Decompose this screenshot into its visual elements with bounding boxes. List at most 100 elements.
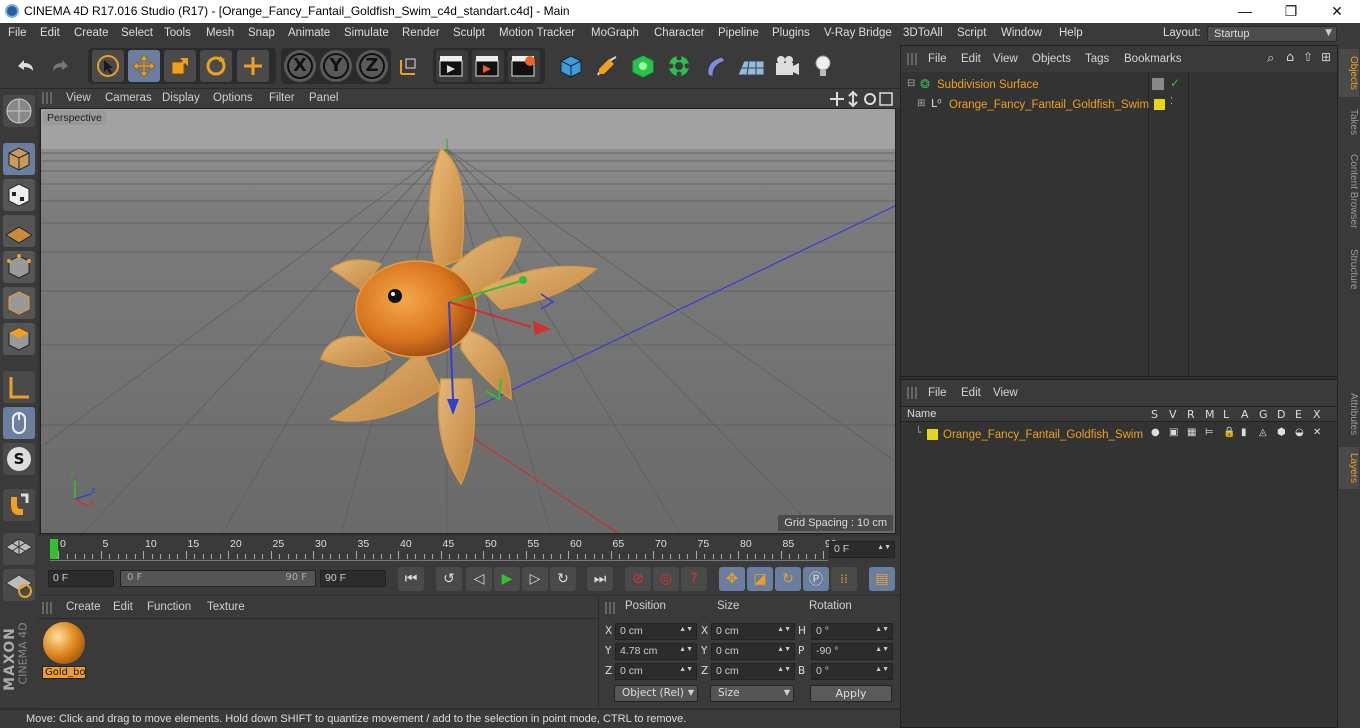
deformer-button[interactable] <box>699 50 731 82</box>
menu-window[interactable]: Window <box>1001 27 1042 39</box>
layer-column-a[interactable]: A <box>1241 408 1249 421</box>
check-icon[interactable]: ✓ <box>1170 76 1180 90</box>
home-icon[interactable]: ⌂ <box>1286 50 1294 65</box>
planar-workplane-button[interactable] <box>3 569 35 601</box>
om-menu-file[interactable]: File <box>928 53 947 65</box>
new-window-icon[interactable]: ⊞ <box>1321 50 1331 64</box>
minimize-button[interactable]: — <box>1222 0 1268 23</box>
material-menu-texture[interactable]: Texture <box>207 601 245 613</box>
cloner-button[interactable] <box>663 50 695 82</box>
tweak-mode-button[interactable] <box>3 407 35 439</box>
arrow-up-icon[interactable]: ⇧ <box>1303 50 1313 64</box>
key-scale-button[interactable]: ◪ <box>747 567 773 591</box>
object-name[interactable]: Orange_Fancy_Fantail_Goldfish_Swim <box>949 99 1149 111</box>
name-column-header[interactable]: Name <box>907 408 936 420</box>
keyframe-selection-button[interactable]: ? <box>681 567 707 591</box>
position-field[interactable]: 0 cm ▲▼ <box>615 623 697 640</box>
layer-column-e[interactable]: E <box>1295 408 1302 421</box>
tab-objects[interactable]: Objects <box>1339 49 1359 97</box>
render-picture-viewer-button[interactable] <box>472 50 504 82</box>
snap-button[interactable]: S <box>3 443 35 475</box>
search-icon[interactable]: ⌕ <box>1267 51 1274 66</box>
timeline-window-button[interactable]: ▤ <box>869 567 895 591</box>
playhead-marker[interactable] <box>50 539 58 559</box>
prev-frame-button[interactable]: ◁ <box>466 567 492 591</box>
timeline-ruler[interactable]: 051015202530354045505560657075808590 0 F… <box>38 536 900 564</box>
size-field[interactable]: 0 cm ▲▼ <box>711 643 795 660</box>
layer-row[interactable]: └ Orange_Fancy_Fantail_Goldfish_Swim ● ▣ ▦… <box>903 426 1337 444</box>
end-frame-field[interactable]: 90 F <box>320 570 386 587</box>
object-name[interactable]: Subdivision Surface <box>937 79 1039 91</box>
record-button[interactable]: ⊘ <box>625 567 651 591</box>
size-field[interactable]: 0 cm ▲▼ <box>711 663 795 680</box>
texture-mode-button[interactable] <box>3 179 35 211</box>
position-field[interactable]: 0 cm ▲▼ <box>615 663 697 680</box>
menu-edit[interactable]: Edit <box>40 27 60 39</box>
viewport-menu-panel[interactable]: Panel <box>309 92 338 104</box>
move-tool-button[interactable] <box>128 50 160 82</box>
workplane-button[interactable] <box>3 215 35 247</box>
undo-button[interactable] <box>9 50 41 82</box>
tab-layers[interactable]: Layers <box>1339 447 1359 489</box>
autokey-button[interactable]: ◎ <box>653 567 679 591</box>
menu-snap[interactable]: Snap <box>248 27 275 39</box>
play-button[interactable]: ▶ <box>494 567 520 591</box>
scale-tool-button[interactable] <box>164 50 196 82</box>
coordinate-system-button[interactable] <box>392 50 424 82</box>
z-axis-button[interactable]: Z <box>356 50 388 82</box>
menu-mograph[interactable]: MoGraph <box>591 27 639 39</box>
viewport-menu-view[interactable]: View <box>66 92 91 104</box>
current-frame-field[interactable]: 0 F ▲▼ <box>829 541 895 558</box>
key-parameter-button[interactable]: Ⓟ <box>803 567 829 591</box>
prev-key-button[interactable]: ↺ <box>436 567 462 591</box>
menu-select[interactable]: Select <box>121 27 153 39</box>
layer-column-l[interactable]: L <box>1223 408 1229 421</box>
collapse-icon[interactable]: ⊟ <box>907 78 915 89</box>
menu-sculpt[interactable]: Sculpt <box>453 27 485 39</box>
menu-character[interactable]: Character <box>654 27 705 39</box>
go-to-end-button[interactable]: ⏭ <box>587 567 613 591</box>
expression-icon[interactable]: ◒ <box>1295 427 1304 438</box>
render-settings-button[interactable] <box>508 50 540 82</box>
key-position-button[interactable]: ✥ <box>719 567 745 591</box>
view-icon[interactable]: ▣ <box>1169 427 1178 438</box>
add-cube-button[interactable] <box>555 50 587 82</box>
rotation-field[interactable]: 0 ° ▲▼ <box>811 663 893 680</box>
camera-button[interactable] <box>771 50 803 82</box>
object-row[interactable]: ⊞ L⁰ Orange_Fancy_Fantail_Goldfish_Swim … <box>903 96 1337 114</box>
position-field[interactable]: 4.78 cm ▲▼ <box>615 643 697 660</box>
edges-mode-button[interactable] <box>3 287 35 319</box>
om-menu-objects[interactable]: Objects <box>1032 53 1071 65</box>
menu-motion-tracker[interactable]: Motion Tracker <box>499 27 575 39</box>
material-swatch[interactable]: Gold_bo <box>42 622 86 680</box>
deformer-icon[interactable]: ⬢ <box>1277 427 1286 438</box>
layer-column-r[interactable]: R <box>1187 408 1195 421</box>
timeline-track[interactable]: 051015202530354045505560657075808590 <box>50 538 837 561</box>
viewport-menu-options[interactable]: Options <box>213 92 253 104</box>
make-editable-button[interactable] <box>3 95 35 127</box>
menu-tools[interactable]: Tools <box>164 27 191 39</box>
menu-plugins[interactable]: Plugins <box>772 27 810 39</box>
model-mode-button[interactable] <box>3 143 35 175</box>
viewport-menu-cameras[interactable]: Cameras <box>105 92 152 104</box>
menu-animate[interactable]: Animate <box>288 27 330 39</box>
layer-column-d[interactable]: D <box>1277 408 1285 421</box>
render-icon[interactable]: ▦ <box>1187 427 1196 438</box>
manager-icon[interactable]: ⊨ <box>1205 427 1214 438</box>
menu-mesh[interactable]: Mesh <box>206 27 234 39</box>
go-to-start-button[interactable]: ⏮ <box>398 567 424 591</box>
expand-icon[interactable]: ⊞ <box>917 98 925 109</box>
layer-column-m[interactable]: M <box>1205 408 1215 421</box>
tab-takes[interactable]: Takes <box>1339 103 1359 141</box>
key-pla-button[interactable]: ⁞⁞ <box>831 567 857 591</box>
magnet-button[interactable] <box>3 489 35 521</box>
layer-column-s[interactable]: S <box>1151 408 1158 421</box>
om-menu-tags[interactable]: Tags <box>1085 53 1109 65</box>
recent-tools-button[interactable] <box>237 50 269 82</box>
animation-icon[interactable]: ▮ <box>1241 427 1247 438</box>
layer-color-swatch[interactable] <box>1154 99 1165 110</box>
polygons-mode-button[interactable] <box>3 323 35 355</box>
locked-workplane-button[interactable] <box>3 533 35 565</box>
rotation-field[interactable]: 0 ° ▲▼ <box>811 623 893 640</box>
coordinate-mode-select[interactable]: Object (Rel) ▼ <box>614 685 698 702</box>
